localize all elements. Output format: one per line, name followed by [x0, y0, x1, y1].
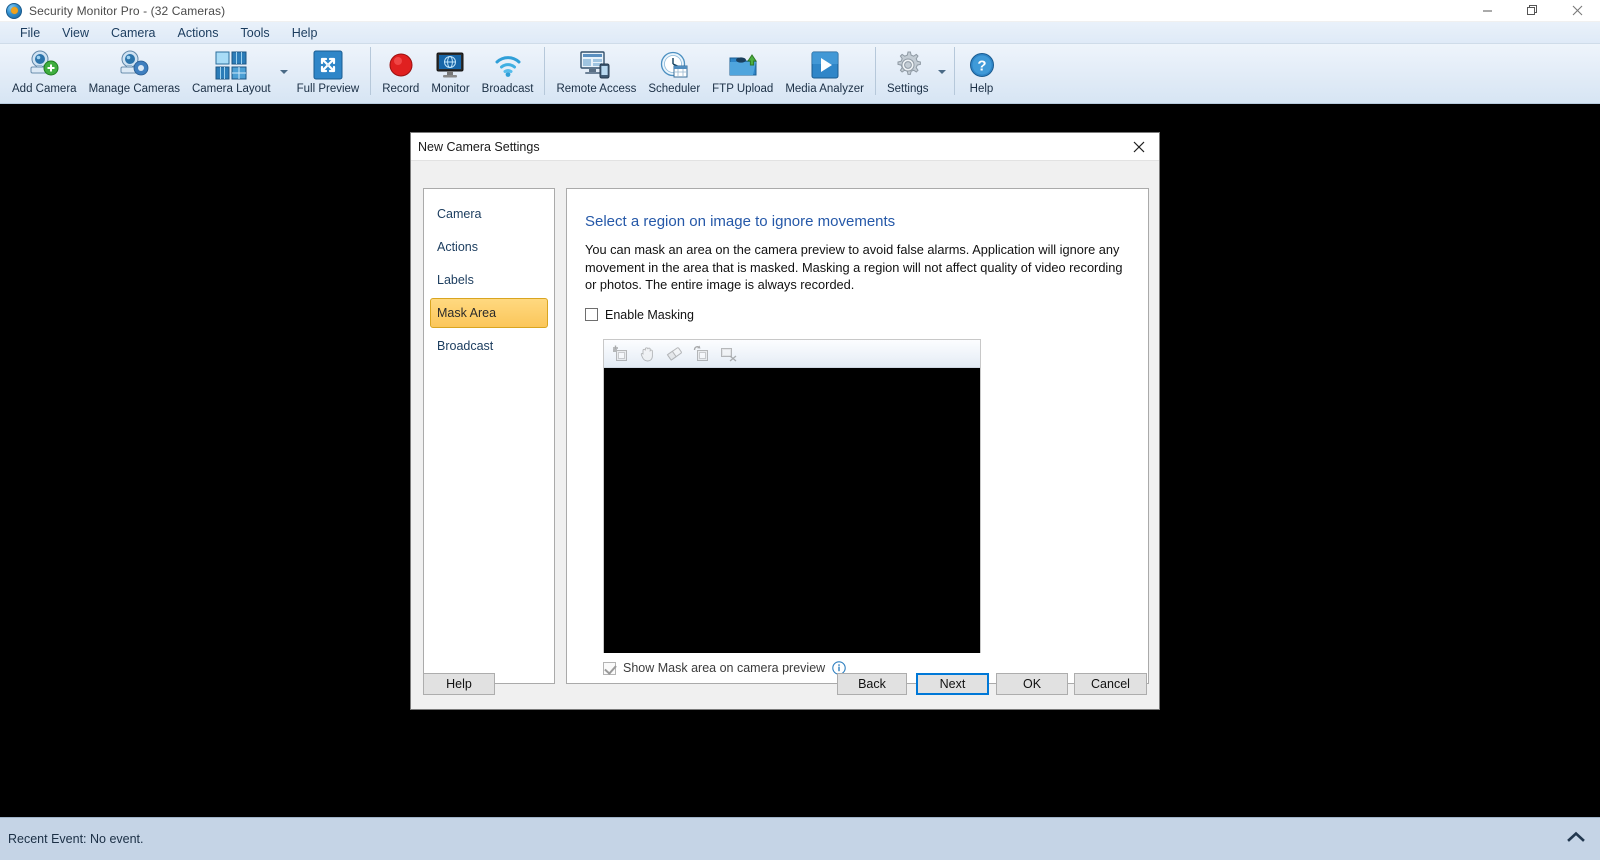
enable-masking-checkbox[interactable] — [585, 308, 598, 321]
panel-description: You can mask an area on the camera previ… — [585, 242, 1123, 292]
dialog-close-button[interactable] — [1119, 133, 1159, 160]
eraser-icon[interactable] — [666, 345, 683, 362]
dialog-title-bar: New Camera Settings — [411, 133, 1159, 161]
toolbar-remote-access[interactable]: Remote Access — [550, 44, 642, 100]
svg-text:?: ? — [977, 58, 986, 75]
application-window: Security Monitor Pro - (32 Cameras) File — [0, 0, 1600, 860]
add-camera-icon — [27, 48, 61, 82]
menu-tools[interactable]: Tools — [231, 24, 280, 42]
menu-camera[interactable]: Camera — [101, 24, 165, 42]
help-button[interactable]: Help — [423, 673, 495, 695]
move-region-icon[interactable] — [693, 345, 710, 362]
toolbar-settings[interactable]: Settings — [881, 44, 935, 100]
sidebar-item-mask-area[interactable]: Mask Area — [430, 298, 548, 328]
dialog-title: New Camera Settings — [418, 139, 540, 154]
scheduler-clock-icon — [659, 48, 689, 82]
dialog-button-bar: Help Back Next OK Cancel — [411, 660, 1159, 710]
enable-masking-label: Enable Masking — [605, 307, 694, 322]
toolbar-scheduler-label: Scheduler — [648, 83, 701, 95]
toolbar-media-analyzer[interactable]: Media Analyzer — [779, 44, 870, 100]
toolbar-media-analyzer-label: Media Analyzer — [785, 83, 864, 95]
add-region-icon[interactable] — [612, 345, 629, 362]
sidebar-item-broadcast[interactable]: Broadcast — [430, 331, 548, 361]
chevron-up-icon[interactable] — [1566, 830, 1586, 849]
toolbar-help-label: Help — [969, 83, 994, 95]
toolbar-broadcast[interactable]: Broadcast — [476, 44, 540, 100]
media-analyzer-play-icon — [810, 48, 840, 82]
camera-layout-icon — [215, 48, 247, 82]
toolbar-add-camera-label: Add Camera — [12, 83, 77, 95]
dialog-sidebar: Camera Actions Labels Mask Area Broadcas… — [423, 188, 555, 684]
camera-layout-dropdown-arrow[interactable] — [277, 44, 291, 100]
next-button[interactable]: Next — [916, 673, 989, 695]
toolbar-separator-1 — [370, 47, 372, 95]
sidebar-item-camera[interactable]: Camera — [430, 199, 548, 229]
broadcast-wifi-icon — [493, 48, 523, 82]
settings-dropdown-arrow[interactable] — [935, 44, 949, 100]
toolbar-separator-2 — [544, 47, 546, 95]
mask-area-panel: Select a region on image to ignore movem… — [566, 188, 1149, 684]
toolbar-ftp-upload-label: FTP Upload — [712, 83, 774, 95]
toolbar-help[interactable]: ? Help — [960, 44, 1004, 100]
hand-icon[interactable] — [639, 345, 656, 362]
app-icon — [6, 2, 22, 19]
window-controls — [1465, 0, 1600, 22]
help-question-icon: ? — [968, 48, 996, 82]
toolbar-record[interactable]: Record — [376, 44, 425, 100]
toolbar-add-camera[interactable]: Add Camera — [6, 44, 83, 100]
mask-editor-toolbar — [604, 340, 980, 368]
toolbar-separator-3 — [874, 47, 876, 95]
ftp-upload-icon — [728, 48, 758, 82]
monitor-icon — [435, 48, 465, 82]
sidebar-item-actions[interactable]: Actions — [430, 232, 548, 262]
toolbar-remote-access-label: Remote Access — [556, 83, 637, 95]
dialog-body: Camera Actions Labels Mask Area Broadcas… — [411, 161, 1159, 710]
status-text: Recent Event: No event. — [8, 832, 144, 846]
gear-icon — [893, 48, 923, 82]
manage-cameras-icon — [117, 48, 151, 82]
remote-access-icon — [580, 48, 612, 82]
panel-heading: Select a region on image to ignore movem… — [585, 213, 896, 230]
cancel-button[interactable]: Cancel — [1074, 673, 1147, 695]
sidebar-item-labels[interactable]: Labels — [430, 265, 548, 295]
toolbar-monitor[interactable]: Monitor — [425, 44, 475, 100]
cut-region-icon[interactable] — [720, 345, 737, 362]
close-button[interactable] — [1555, 0, 1600, 22]
toolbar-scheduler[interactable]: Scheduler — [642, 44, 706, 100]
mask-preview-image[interactable] — [604, 368, 980, 653]
toolbar-record-label: Record — [382, 83, 420, 95]
window-title: Security Monitor Pro - (32 Cameras) — [29, 3, 226, 18]
status-bar: Recent Event: No event. — [0, 817, 1600, 860]
toolbar-camera-layout-label: Camera Layout — [191, 83, 271, 95]
menu-bar: File View Camera Actions Tools Help — [0, 22, 1600, 44]
title-bar: Security Monitor Pro - (32 Cameras) — [0, 0, 1600, 22]
toolbar-full-preview-label: Full Preview — [296, 83, 360, 95]
ok-button[interactable]: OK — [996, 673, 1068, 695]
toolbar-ftp-upload[interactable]: FTP Upload — [706, 44, 779, 100]
menu-actions[interactable]: Actions — [168, 24, 229, 42]
full-preview-icon — [313, 48, 343, 82]
menu-view[interactable]: View — [52, 24, 99, 42]
enable-masking-row[interactable]: Enable Masking — [585, 308, 1148, 322]
mask-editor — [603, 339, 981, 653]
toolbar-settings-label: Settings — [886, 83, 929, 95]
toolbar-separator-4 — [953, 47, 955, 95]
restore-button[interactable] — [1510, 0, 1555, 22]
toolbar-camera-layout[interactable]: Camera Layout — [186, 44, 277, 100]
toolbar-manage-cameras[interactable]: Manage Cameras — [83, 44, 186, 100]
toolbar-full-preview[interactable]: Full Preview — [291, 44, 366, 100]
menu-help[interactable]: Help — [282, 24, 328, 42]
new-camera-settings-dialog: New Camera Settings Camera Actions Label… — [410, 132, 1160, 710]
minimize-button[interactable] — [1465, 0, 1510, 22]
back-button[interactable]: Back — [837, 673, 907, 695]
main-toolbar: Add Camera Manage Cameras Camera Layout … — [0, 44, 1600, 104]
toolbar-broadcast-label: Broadcast — [481, 83, 534, 95]
menu-file[interactable]: File — [10, 24, 50, 42]
record-icon — [387, 48, 415, 82]
toolbar-monitor-label: Monitor — [431, 83, 470, 95]
toolbar-manage-cameras-label: Manage Cameras — [88, 83, 180, 95]
